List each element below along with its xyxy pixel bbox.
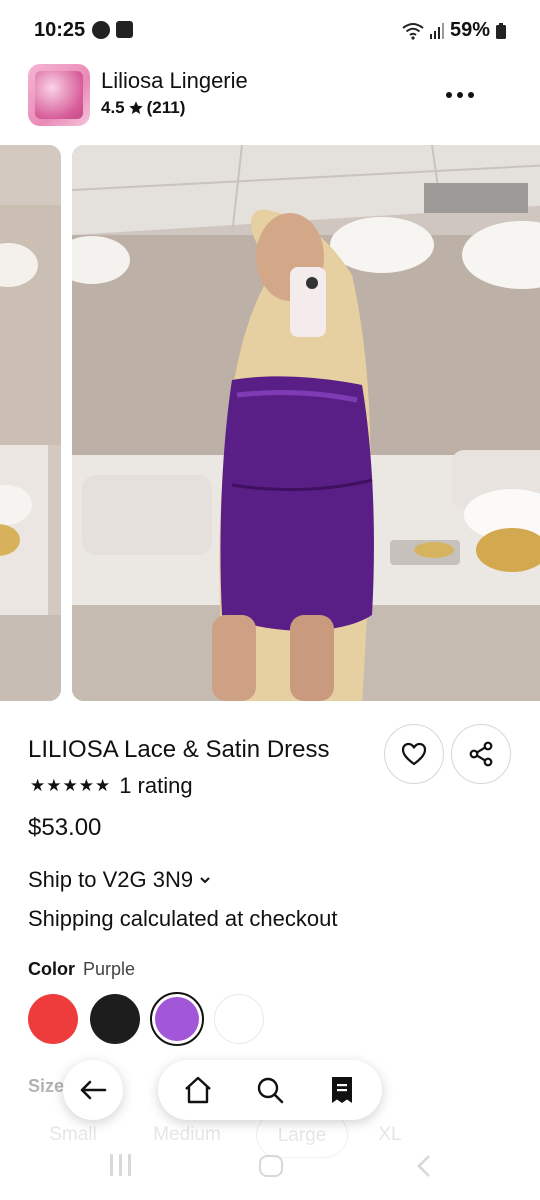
product-photo: [72, 145, 540, 701]
battery-icon: [496, 22, 506, 39]
shop-logo[interactable]: [28, 64, 90, 126]
color-label: Color: [28, 959, 75, 979]
ship-to-label: Ship to V2G 3N9: [28, 867, 194, 892]
product-title: LILIOSA Lace & Satin Dress: [28, 736, 330, 763]
nav-orders-button[interactable]: [324, 1072, 360, 1108]
shipping-note: Shipping calculated at checkout: [28, 906, 338, 931]
shop-rating: 4.5 (211): [101, 98, 185, 118]
message-icon: [92, 21, 110, 39]
back-button[interactable]: [63, 1060, 123, 1120]
color-swatch-purple-fill: [155, 997, 199, 1041]
color-value: Purple: [83, 959, 136, 979]
system-home-button[interactable]: [259, 1155, 283, 1177]
color-row: Color Purple: [28, 959, 135, 980]
more-icon: [446, 92, 452, 98]
favorite-button[interactable]: [384, 724, 444, 784]
more-icon-dot: [457, 92, 463, 98]
color-swatch-purple[interactable]: [150, 992, 204, 1046]
star-icon: [128, 101, 143, 114]
product-image-gallery[interactable]: [0, 145, 540, 701]
bottom-navigation: [158, 1060, 382, 1120]
color-swatch-red[interactable]: [28, 994, 78, 1044]
system-navigation-bar: [0, 1148, 540, 1188]
color-swatch-white[interactable]: [214, 994, 264, 1044]
ship-to-selector[interactable]: Ship to V2G 3N9: [28, 867, 211, 893]
product-price: $53.00: [28, 814, 102, 841]
chevron-down-icon: [200, 877, 210, 884]
gallery-icon: [116, 21, 133, 38]
recent-apps-button[interactable]: [110, 1154, 131, 1176]
previous-image-art: [0, 145, 61, 701]
nav-search-button[interactable]: [252, 1072, 288, 1108]
signal-icon: [429, 22, 444, 39]
shop-rating-value: 4.5: [101, 98, 125, 117]
status-time: 10:25: [34, 19, 86, 41]
more-options-button[interactable]: [442, 80, 478, 110]
product-rating[interactable]: ★★★★★ 1 rating: [30, 773, 193, 799]
more-icon-dot: [468, 92, 474, 98]
shop-name[interactable]: Liliosa Lingerie: [101, 68, 248, 94]
rating-count: 1 rating: [119, 773, 193, 798]
rating-stars: ★★★★★: [30, 776, 112, 795]
size-label: Size: [28, 1076, 65, 1096]
heart-icon: [401, 742, 427, 766]
wifi-icon: [402, 22, 424, 40]
shop-logo-image: [35, 71, 83, 119]
back-arrow-icon: [80, 1080, 107, 1100]
recent-apps-icon: [110, 1154, 113, 1176]
share-icon: [469, 741, 493, 767]
system-back-icon: [417, 1155, 430, 1177]
status-right: 59%: [402, 19, 506, 42]
system-back-button[interactable]: [416, 1154, 432, 1183]
battery-percent: 59%: [449, 19, 490, 41]
shop-review-count: (211): [146, 98, 186, 117]
recent-apps-icon-bar: [128, 1154, 131, 1176]
recent-apps-icon-bar: [119, 1154, 122, 1176]
color-swatch-black[interactable]: [90, 994, 140, 1044]
share-button[interactable]: [451, 724, 511, 784]
shop-header: Liliosa Lingerie 4.5 (211): [0, 60, 540, 132]
gallery-current-image[interactable]: [72, 145, 540, 701]
receipt-icon: [332, 1077, 352, 1103]
search-icon: [257, 1077, 284, 1104]
gallery-previous-image[interactable]: [0, 145, 61, 701]
status-bar: 10:25 59%: [0, 0, 540, 60]
nav-home-button[interactable]: [180, 1072, 216, 1108]
home-icon: [185, 1076, 211, 1104]
